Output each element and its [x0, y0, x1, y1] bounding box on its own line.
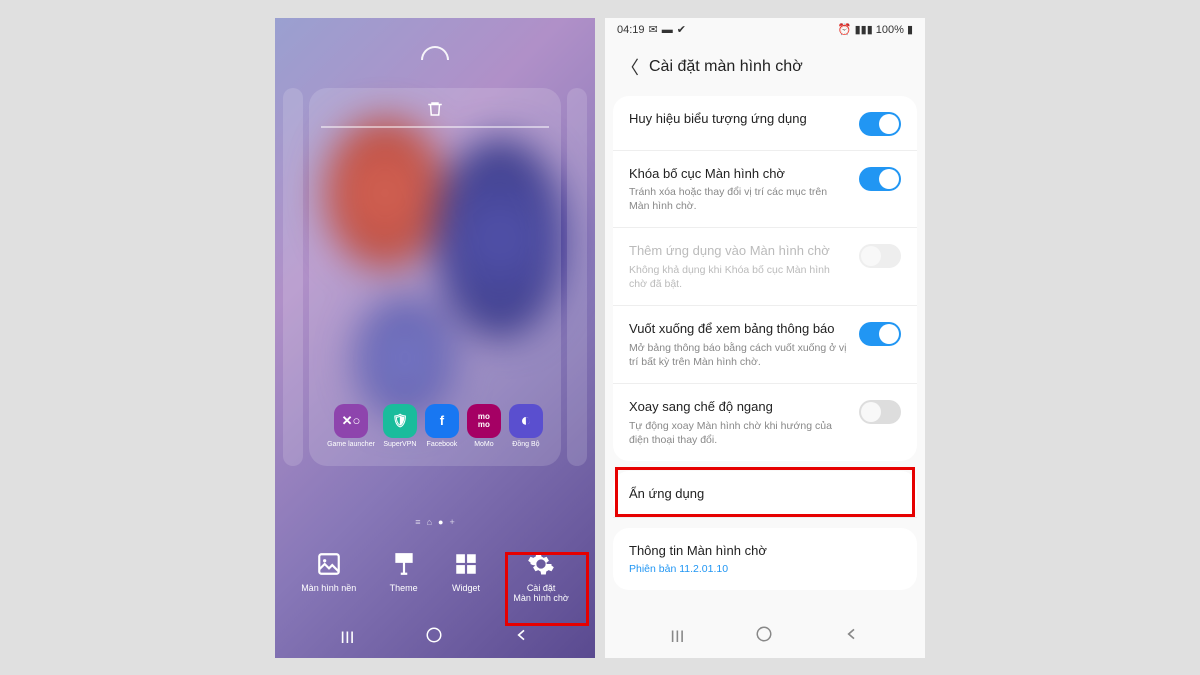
row-title: Khóa bố cục Màn hình chờ: [629, 165, 847, 183]
annotation-highlight-hide-apps: [615, 467, 915, 517]
page-title: Cài đặt màn hình chờ: [649, 58, 803, 76]
toggle-app-badges[interactable]: [859, 112, 901, 136]
row-title: Thông tin Màn hình chờ: [629, 542, 901, 560]
momo-icon: momo: [467, 404, 501, 438]
app-momo[interactable]: momo MoMo: [467, 404, 501, 448]
trash-icon: [426, 100, 444, 118]
settings-scroll[interactable]: Huy hiệu biểu tượng ứng dụng Khóa bố cục…: [605, 96, 925, 658]
alarm-icon: ⏰: [838, 23, 852, 36]
page-content: ✕○ Game launcher 🛡 SuperVPN f Facebook: [321, 136, 549, 454]
row-subtitle: Phiên bản 11.2.01.10: [629, 562, 901, 576]
chat-icon: ▬: [662, 24, 673, 36]
home-arc-icon: [421, 46, 449, 60]
dot-home[interactable]: ⌂: [427, 517, 432, 527]
page-card-current[interactable]: ✕○ Game launcher 🛡 SuperVPN f Facebook: [309, 88, 561, 466]
home-button[interactable]: [755, 625, 773, 648]
sync-icon: ◐: [509, 404, 543, 438]
row-swipe-notif[interactable]: Vuốt xuống để xem bảng thông báo Mở bảng…: [613, 306, 917, 384]
toggle-rotate[interactable]: [859, 400, 901, 424]
row-rotate[interactable]: Xoay sang chế độ ngang Tự động xoay Màn …: [613, 384, 917, 461]
status-bar: 04:19 ✉ ▬ ✔ ⏰ ▮▮▮ 100% ▮: [605, 18, 925, 42]
check-icon: ✔: [677, 23, 686, 36]
dot-feed[interactable]: ≡: [415, 517, 420, 527]
app-game-launcher[interactable]: ✕○ Game launcher: [327, 404, 375, 448]
widget-icon: [451, 549, 481, 579]
theme-icon: [389, 549, 419, 579]
row-about[interactable]: Thông tin Màn hình chờ Phiên bản 11.2.01…: [613, 528, 917, 591]
back-chevron-icon[interactable]: 〈: [621, 54, 639, 80]
toggle-lock-layout[interactable]: [859, 167, 901, 191]
system-navbar: ⵏⵏⵏ: [605, 616, 925, 658]
back-button[interactable]: [514, 627, 530, 648]
status-time: 04:19: [617, 24, 645, 36]
dot-add[interactable]: +: [449, 517, 454, 527]
battery-icon: ▮: [907, 23, 913, 36]
page-card-prev[interactable]: [283, 88, 303, 466]
home-button[interactable]: [425, 626, 443, 649]
page-card-next[interactable]: [567, 88, 587, 466]
row-app-badges[interactable]: Huy hiệu biểu tượng ứng dụng: [613, 96, 917, 151]
row-title: Huy hiệu biểu tượng ứng dụng: [629, 110, 847, 128]
page-preview-row: ✕○ Game launcher 🛡 SuperVPN f Facebook: [275, 88, 595, 507]
row-subtitle: Không khả dụng khi Khóa bố cục Màn hình …: [629, 263, 847, 291]
dot-current[interactable]: ●: [438, 517, 443, 527]
row-lock-layout[interactable]: Khóa bố cục Màn hình chờ Tránh xóa hoặc …: [613, 151, 917, 229]
row-subtitle: Tự động xoay Màn hình chờ khi hướng của …: [629, 419, 847, 447]
facebook-icon: f: [425, 404, 459, 438]
row-title: Xoay sang chế độ ngang: [629, 398, 847, 416]
row-title: Thêm ứng dụng vào Màn hình chờ: [629, 242, 847, 260]
wallpaper-label: Màn hình nền: [301, 584, 356, 594]
tutorial-screenshots: ✕○ Game launcher 🛡 SuperVPN f Facebook: [270, 18, 930, 658]
row-add-apps: Thêm ứng dụng vào Màn hình chờ Không khả…: [613, 228, 917, 306]
mail-icon: ✉: [649, 23, 658, 36]
app-row: ✕○ Game launcher 🛡 SuperVPN f Facebook: [321, 404, 549, 448]
theme-label: Theme: [390, 584, 418, 594]
toggle-add-apps: [859, 244, 901, 268]
row-title: Vuốt xuống để xem bảng thông báo: [629, 320, 847, 338]
signal-icon: ▮▮▮: [855, 23, 873, 36]
theme-button[interactable]: Theme: [389, 549, 419, 604]
wallpaper-button[interactable]: Màn hình nền: [301, 549, 356, 604]
recents-button[interactable]: ⵏⵏⵏ: [340, 628, 354, 648]
phone-right-settings: 04:19 ✉ ▬ ✔ ⏰ ▮▮▮ 100% ▮ 〈 Cài đặt màn h…: [605, 18, 925, 658]
row-subtitle: Tránh xóa hoặc thay đổi vị trí các mục t…: [629, 185, 847, 213]
settings-card-hide-apps: Ẩn ứng dụng: [613, 471, 917, 518]
annotation-highlight-settings: [505, 552, 589, 626]
delete-page-button[interactable]: [321, 100, 549, 118]
row-subtitle: Mở bảng thông báo bằng cách vuốt xuống ở…: [629, 341, 847, 369]
widget-button[interactable]: Widget: [451, 549, 481, 604]
settings-header: 〈 Cài đặt màn hình chờ: [605, 42, 925, 96]
widget-label: Widget: [452, 584, 480, 594]
phone-left-homescreen-editor: ✕○ Game launcher 🛡 SuperVPN f Facebook: [275, 18, 595, 658]
wallpaper-icon: [314, 549, 344, 579]
game-icon: ✕○: [334, 404, 368, 438]
settings-card-main: Huy hiệu biểu tượng ứng dụng Khóa bố cục…: [613, 96, 917, 462]
back-button[interactable]: [844, 626, 860, 647]
battery-text: 100%: [876, 24, 904, 36]
recents-button[interactable]: ⵏⵏⵏ: [670, 627, 684, 647]
shield-icon: 🛡: [383, 404, 417, 438]
page-indicator: ≡ ⌂ ● +: [275, 507, 595, 541]
settings-card-info: Thông tin Màn hình chờ Phiên bản 11.2.01…: [613, 528, 917, 591]
home-indicator[interactable]: [275, 18, 595, 88]
app-dongbo[interactable]: ◐ Đồng Bộ: [509, 404, 543, 448]
app-facebook[interactable]: f Facebook: [425, 404, 459, 448]
toggle-swipe-notif[interactable]: [859, 322, 901, 346]
app-supervpn[interactable]: 🛡 SuperVPN: [383, 404, 417, 448]
